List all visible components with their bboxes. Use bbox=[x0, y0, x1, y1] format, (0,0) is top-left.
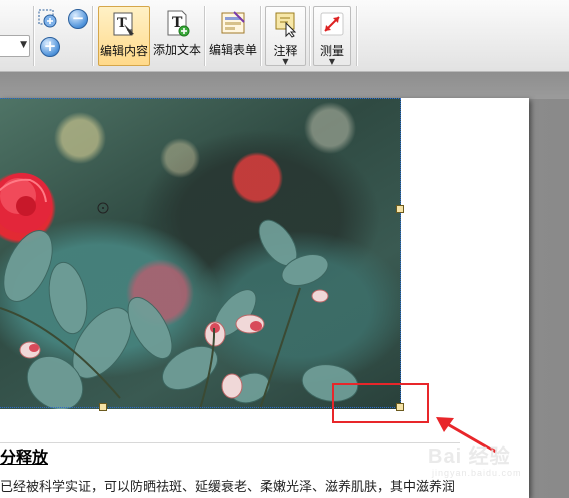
highlight-annotation-box bbox=[332, 383, 429, 423]
edit-form-icon bbox=[221, 11, 245, 34]
svg-text:T: T bbox=[117, 16, 127, 31]
watermark: Bai 经验 jingyan.baidu.com bbox=[428, 440, 548, 480]
zoom-out-icon: − bbox=[71, 9, 85, 27]
watermark-text: Bai 经验 bbox=[428, 446, 511, 468]
edit-content-button[interactable]: T 编辑内容 bbox=[98, 6, 150, 66]
edit-form-button[interactable]: 编辑表单 bbox=[208, 6, 258, 66]
section-heading: 分释放 bbox=[0, 448, 49, 467]
separator bbox=[260, 6, 261, 66]
marquee-zoom-icon[interactable] bbox=[38, 9, 60, 31]
chevron-down-icon[interactable]: ▼ bbox=[266, 57, 305, 66]
zoom-in-button[interactable]: + bbox=[40, 37, 60, 57]
add-text-icon: T bbox=[167, 10, 190, 37]
chevron-down-icon[interactable]: ▼ bbox=[314, 57, 350, 66]
zoom-combo[interactable]: ▼ bbox=[0, 35, 30, 57]
edit-content-icon: T bbox=[113, 12, 134, 36]
separator bbox=[309, 6, 310, 66]
separator bbox=[356, 6, 357, 66]
measure-icon bbox=[320, 12, 344, 36]
annotate-button[interactable]: 注释 ▼ bbox=[265, 6, 306, 66]
text-box-border bbox=[0, 442, 460, 443]
separator bbox=[33, 6, 34, 66]
separator bbox=[204, 6, 205, 66]
toolbar: ▼ − + T 编辑内容 T 添加文本 编辑表单 注释 ▼ 测量 ▼ bbox=[0, 0, 569, 72]
image-selection-frame[interactable] bbox=[0, 98, 401, 408]
body-paragraph: 已经被科学实证，可以防晒祛斑、延缓衰老、柔嫩光泽、滋养肌肤，其中滋养润 bbox=[0, 480, 456, 495]
measure-button[interactable]: 测量 ▼ bbox=[313, 6, 351, 66]
separator bbox=[92, 6, 93, 66]
annotate-icon bbox=[275, 12, 296, 38]
edit-content-label: 编辑内容 bbox=[99, 44, 148, 58]
edit-form-label: 编辑表单 bbox=[208, 43, 257, 57]
add-text-label: 添加文本 bbox=[152, 43, 201, 57]
chevron-down-icon[interactable]: ▼ bbox=[20, 40, 27, 50]
resize-handle-right[interactable] bbox=[396, 205, 404, 213]
zoom-in-icon: + bbox=[43, 37, 57, 55]
add-text-button[interactable]: T 添加文本 bbox=[152, 6, 202, 66]
watermark-sub: jingyan.baidu.com bbox=[432, 468, 522, 478]
zoom-out-button[interactable]: − bbox=[68, 9, 88, 29]
page-gap bbox=[0, 72, 569, 99]
resize-handle-bottom[interactable] bbox=[99, 403, 107, 411]
